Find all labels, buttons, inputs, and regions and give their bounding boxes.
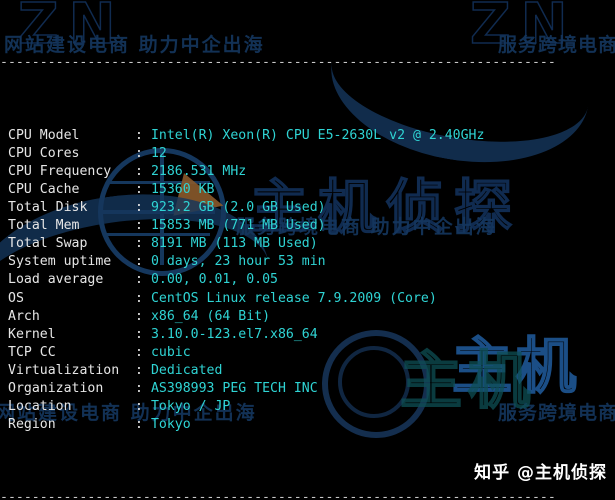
sysinfo-colon: : [135,344,151,360]
sysinfo-colon: : [135,399,151,415]
sysinfo-label: Location [8,399,136,415]
sysinfo-colon: : [135,181,151,197]
sysinfo-colon: : [135,308,151,324]
sysinfo-row: System uptime : 0 days, 23 hour 53 min [0,253,615,271]
sysinfo-value: Intel(R) Xeon(R) CPU E5-2630L v2 @ 2.40G… [150,127,485,143]
sysinfo-row: Total Swap : 8191 MB (113 MB Used) [0,235,615,253]
sysinfo-value: Dedicated [150,362,223,378]
terminal-output: ----------------------------------------… [0,0,615,500]
separator-after-sysinfo: ----------------------------------------… [0,489,556,500]
sysinfo-label: CPU Frequency [8,163,136,179]
sysinfo-value: 12 [150,145,167,161]
terminal-window: ZN ZN 主机侦探 网站建设电商 助力中企出海 服务跨境电商 服务跨境电商 助… [0,0,615,500]
sysinfo-row: CPU Model : Intel(R) Xeon(R) CPU E5-2630… [0,127,615,145]
sysinfo-colon: : [135,290,151,306]
sysinfo-value: 923.2 GB (2.0 GB Used) [150,200,326,216]
sysinfo-row: Load average : 0.00, 0.01, 0.05 [0,271,615,289]
sysinfo-row: Total Mem : 15853 MB (771 MB Used) [0,217,615,235]
sysinfo-label: Total Mem [8,218,136,234]
sysinfo-row: CPU Cache : 15360 KB [0,181,615,199]
sysinfo-row: Region : Tokyo [0,416,615,434]
sysinfo-value: 0 days, 23 hour 53 min [150,254,326,270]
sysinfo-label: System uptime [8,254,136,270]
sysinfo-value: Tokyo / JP [150,399,231,415]
sysinfo-row: CPU Frequency : 2186.531 MHz [0,163,615,181]
sysinfo-label: Total Swap [8,236,136,252]
sysinfo-colon: : [135,163,151,179]
sysinfo-value: x86_64 (64 Bit) [150,308,271,324]
sysinfo-row: Kernel : 3.10.0-123.el7.x86_64 [0,326,615,344]
sysinfo-row: Organization : AS398993 PEG TECH INC [0,380,615,398]
sysinfo-colon: : [135,218,151,234]
sysinfo-value: 8191 MB (113 MB Used) [150,236,318,252]
sysinfo-colon: : [135,326,151,342]
sysinfo-value: CentOS Linux release 7.9.2009 (Core) [150,290,437,306]
sysinfo-label: CPU Cores [8,145,136,161]
separator-top: ----------------------------------------… [0,55,556,71]
sysinfo-label: CPU Cache [8,181,136,197]
sysinfo-value: 0.00, 0.01, 0.05 [150,272,278,288]
sysinfo-row: OS : CentOS Linux release 7.9.2009 (Core… [0,290,615,308]
sysinfo-label: Virtualization [8,362,136,378]
sysinfo-row: Total Disk : 923.2 GB (2.0 GB Used) [0,199,615,217]
sysinfo-label: Region [8,417,136,433]
sysinfo-colon: : [135,380,151,396]
sysinfo-colon: : [135,254,151,270]
sysinfo-value: 15360 KB [150,181,215,197]
sysinfo-label: Arch [8,308,136,324]
system-info-block: CPU Model : Intel(R) Xeon(R) CPU E5-2630… [0,127,615,435]
sysinfo-colon: : [135,236,151,252]
sysinfo-colon: : [135,145,151,161]
sysinfo-value: 2186.531 MHz [150,163,247,179]
sysinfo-colon: : [135,272,151,288]
sysinfo-value: Tokyo [150,417,191,433]
sysinfo-label: Kernel [8,326,136,342]
sysinfo-value: 15853 MB (771 MB Used) [150,218,326,234]
sysinfo-label: Total Disk [8,200,136,216]
sysinfo-value: 3.10.0-123.el7.x86_64 [150,326,318,342]
sysinfo-row: CPU Cores : 12 [0,145,615,163]
sysinfo-label: TCP CC [8,344,136,360]
sysinfo-label: OS [8,290,136,306]
sysinfo-label: CPU Model [8,127,136,143]
sysinfo-value: AS398993 PEG TECH INC [150,380,318,396]
sysinfo-row: Virtualization : Dedicated [0,362,615,380]
sysinfo-label: Load average [8,272,136,288]
sysinfo-colon: : [135,200,151,216]
sysinfo-colon: : [135,127,151,143]
sysinfo-colon: : [135,417,151,433]
zhihu-watermark: 知乎 @主机侦探 [474,463,607,483]
sysinfo-row: Location : Tokyo / JP [0,398,615,416]
sysinfo-row: Arch : x86_64 (64 Bit) [0,308,615,326]
sysinfo-row: TCP CC : cubic [0,344,615,362]
sysinfo-label: Organization [8,380,136,396]
sysinfo-colon: : [135,362,151,378]
sysinfo-value: cubic [150,344,191,360]
